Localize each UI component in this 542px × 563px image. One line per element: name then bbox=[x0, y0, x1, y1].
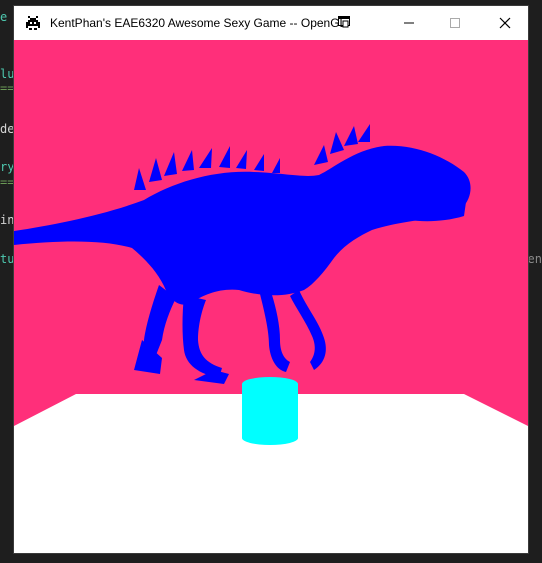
scene-canvas bbox=[14, 40, 528, 553]
game-window: KentPhan's EAE6320 Awesome Sexy Game -- … bbox=[14, 6, 528, 553]
editor-text: == bbox=[0, 175, 15, 189]
close-button[interactable] bbox=[482, 6, 528, 40]
editor-text: == bbox=[0, 81, 15, 95]
editor-text: lu bbox=[0, 67, 15, 81]
editor-text: in bbox=[0, 213, 15, 227]
window-menu-icon[interactable] bbox=[337, 15, 351, 29]
editor-text: ry bbox=[0, 160, 15, 174]
maximize-button[interactable] bbox=[432, 6, 478, 40]
maximize-icon bbox=[450, 18, 460, 28]
space-invader-icon bbox=[26, 16, 40, 30]
render-viewport[interactable] bbox=[14, 40, 528, 553]
editor-text: de bbox=[0, 122, 15, 136]
title-bar[interactable]: KentPhan's EAE6320 Awesome Sexy Game -- … bbox=[14, 6, 528, 40]
cylinder bbox=[242, 377, 298, 445]
window-title: KentPhan's EAE6320 Awesome Sexy Game -- … bbox=[50, 16, 347, 30]
close-icon bbox=[499, 17, 511, 29]
editor-text: e bbox=[0, 10, 8, 24]
minimize-button[interactable] bbox=[386, 6, 432, 40]
minimize-icon bbox=[404, 22, 414, 24]
editor-text: tu bbox=[0, 252, 15, 266]
editor-text-right: en bbox=[527, 252, 542, 266]
